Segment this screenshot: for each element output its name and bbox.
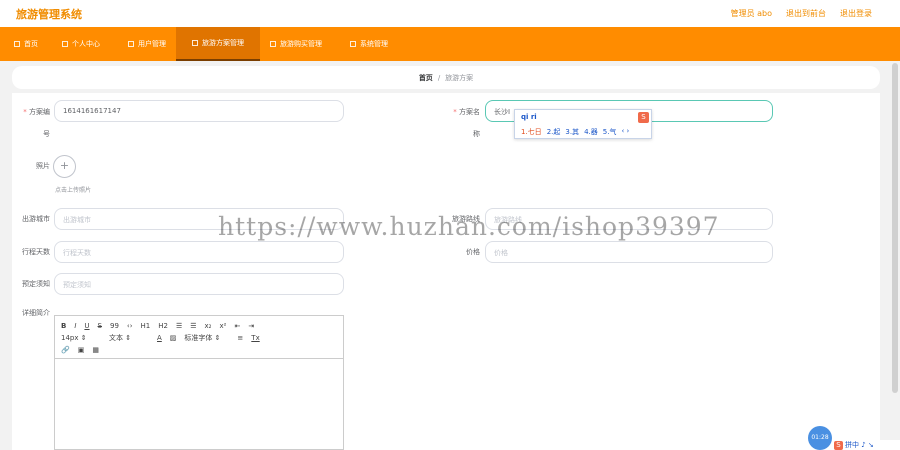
required-mark: *: [453, 108, 457, 116]
bullet-list-button[interactable]: ☰: [190, 322, 196, 330]
nav-user-management[interactable]: 用户管理: [110, 27, 176, 61]
video-icon[interactable]: ▦: [92, 346, 99, 354]
bold-button[interactable]: B: [61, 322, 66, 330]
toolbar-row-3: 🔗 ▣ ▦: [61, 344, 337, 356]
price-label: 价格: [466, 248, 480, 256]
ime-tray-logo-icon: S: [834, 440, 843, 450]
breadcrumb: 首页 / 旅游方案: [12, 66, 880, 89]
link-icon[interactable]: 🔗: [61, 346, 70, 354]
nav-label: 旅游购买管理: [280, 40, 322, 48]
plan-name-label: * 方案名: [450, 107, 480, 117]
plan-no-label-wrap: 号: [43, 130, 50, 138]
plan-name-label-text: 方案名: [459, 108, 480, 116]
quote-button[interactable]: 99: [110, 322, 119, 330]
plan-no-label: * 方案编: [20, 107, 50, 117]
breadcrumb-current: 旅游方案: [445, 73, 474, 82]
plan-form: * 方案编 号 1614161617147 * 方案名 称 长沙I qi ri …: [12, 93, 880, 450]
toolbar-row-1: B I U S 99 ‹› H1 H2 ☰ ☰ x₂ x² ⇤ ⇥: [61, 320, 337, 332]
nav-label: 首页: [24, 40, 38, 48]
main-nav: 首页 个人中心 用户管理 旅游方案管理 旅游购买管理 系统管理: [0, 27, 900, 61]
ime-logo-icon: S: [638, 112, 649, 123]
ime-page-arrows[interactable]: ‹ ›: [621, 127, 629, 137]
align-button[interactable]: ≡: [237, 334, 243, 342]
top-links: 管理员 abo 退出到前台 退出登录: [731, 8, 872, 19]
underline-button[interactable]: U: [84, 322, 89, 330]
notice-label: 预定须知: [22, 280, 50, 288]
nav-label: 旅游方案管理: [202, 39, 244, 47]
home-icon: [14, 41, 20, 47]
editor-toolbar: B I U S 99 ‹› H1 H2 ☰ ☰ x₂ x² ⇤ ⇥ 14px ⇕…: [55, 316, 343, 359]
h1-button[interactable]: H1: [141, 322, 151, 330]
upload-button[interactable]: +: [53, 155, 76, 178]
ime-tray-status[interactable]: 拼中 ♪ ↘: [845, 440, 874, 450]
nav-label: 用户管理: [138, 40, 166, 48]
outdent-button[interactable]: ⇤: [234, 322, 240, 330]
plan-icon: [192, 40, 198, 46]
settings-icon: [350, 41, 356, 47]
ime-candidates: 1.七日 2.起 3.其 4.器 5.气 ‹ ›: [521, 127, 629, 137]
users-icon: [128, 41, 134, 47]
watermark: https://www.huzhan.com/ishop39397: [218, 212, 720, 241]
person-icon: [62, 41, 68, 47]
required-mark: *: [23, 108, 27, 116]
background-color-button[interactable]: ▨: [170, 334, 177, 342]
header-select[interactable]: 文本 ⇕: [109, 333, 149, 343]
ordered-list-button[interactable]: ☰: [176, 322, 182, 330]
strike-button[interactable]: S: [98, 322, 102, 330]
nav-label: 系统管理: [360, 40, 388, 48]
rich-text-editor[interactable]: B I U S 99 ‹› H1 H2 ☰ ☰ x₂ x² ⇤ ⇥ 14px ⇕…: [54, 315, 344, 450]
nav-label: 个人中心: [72, 40, 100, 48]
plan-no-input[interactable]: 1614161617147: [54, 100, 344, 122]
breadcrumb-separator: /: [437, 73, 441, 82]
ime-candidate[interactable]: 2.起: [547, 127, 561, 137]
font-color-button[interactable]: A: [157, 334, 162, 342]
font-family-select[interactable]: 标准字体 ⇕: [184, 333, 229, 343]
subscript-button[interactable]: x₂: [205, 322, 212, 330]
superscript-button[interactable]: x²: [219, 322, 226, 330]
price-input[interactable]: 价格: [485, 241, 773, 263]
upload-hint: 点击上传照片: [55, 187, 92, 194]
breadcrumb-home[interactable]: 首页: [419, 73, 433, 83]
nav-plan-management[interactable]: 旅游方案管理: [176, 27, 260, 61]
ime-candidate[interactable]: 3.其: [565, 127, 579, 137]
top-bar: 旅游管理系统 管理员 abo 退出到前台 退出登录: [0, 0, 900, 27]
image-icon[interactable]: ▣: [78, 346, 85, 354]
ime-candidate-window: qi ri S 1.七日 2.起 3.其 4.器 5.气 ‹ ›: [514, 109, 652, 139]
logout-link[interactable]: 退出登录: [840, 8, 872, 19]
days-input[interactable]: 行程天数: [54, 241, 344, 263]
notice-textarea[interactable]: 预定须知: [54, 273, 344, 295]
days-label: 行程天数: [22, 248, 50, 256]
detail-label: 详细简介: [22, 309, 50, 317]
back-to-top-button[interactable]: 01:28: [808, 426, 832, 450]
plan-name-label-wrap: 称: [473, 130, 480, 138]
nav-purchase-management[interactable]: 旅游购买管理: [260, 27, 332, 61]
scrollbar-thumb[interactable]: [892, 63, 898, 393]
code-button[interactable]: ‹›: [127, 322, 133, 330]
ime-candidate[interactable]: 1.七日: [521, 127, 542, 137]
italic-button[interactable]: I: [74, 322, 76, 330]
nav-system-management[interactable]: 系统管理: [332, 27, 398, 61]
photo-label: 照片: [36, 162, 50, 170]
brand-title: 旅游管理系统: [16, 8, 82, 21]
nav-personal-center[interactable]: 个人中心: [48, 27, 110, 61]
h2-button[interactable]: H2: [158, 322, 168, 330]
font-size-select[interactable]: 14px ⇕: [61, 334, 101, 342]
plan-no-label-text: 方案编: [29, 108, 50, 116]
toolbar-row-2: 14px ⇕ 文本 ⇕ A ▨ 标准字体 ⇕ ≡ Tx: [61, 332, 337, 344]
ime-composition: qi ri: [521, 113, 537, 121]
city-label: 出游城市: [22, 215, 50, 223]
scrollbar[interactable]: [890, 61, 900, 450]
cart-icon: [270, 41, 276, 47]
ime-tray: S 拼中 ♪ ↘: [834, 440, 900, 450]
nav-home[interactable]: 首页: [4, 27, 48, 61]
ime-candidate[interactable]: 4.器: [584, 127, 598, 137]
user-name: 管理员 abo: [730, 9, 772, 18]
indent-button[interactable]: ⇥: [248, 322, 254, 330]
exit-admin-link[interactable]: 退出到前台: [786, 8, 826, 19]
ime-candidate[interactable]: 5.气: [603, 127, 617, 137]
clear-format-button[interactable]: Tx: [251, 334, 259, 342]
